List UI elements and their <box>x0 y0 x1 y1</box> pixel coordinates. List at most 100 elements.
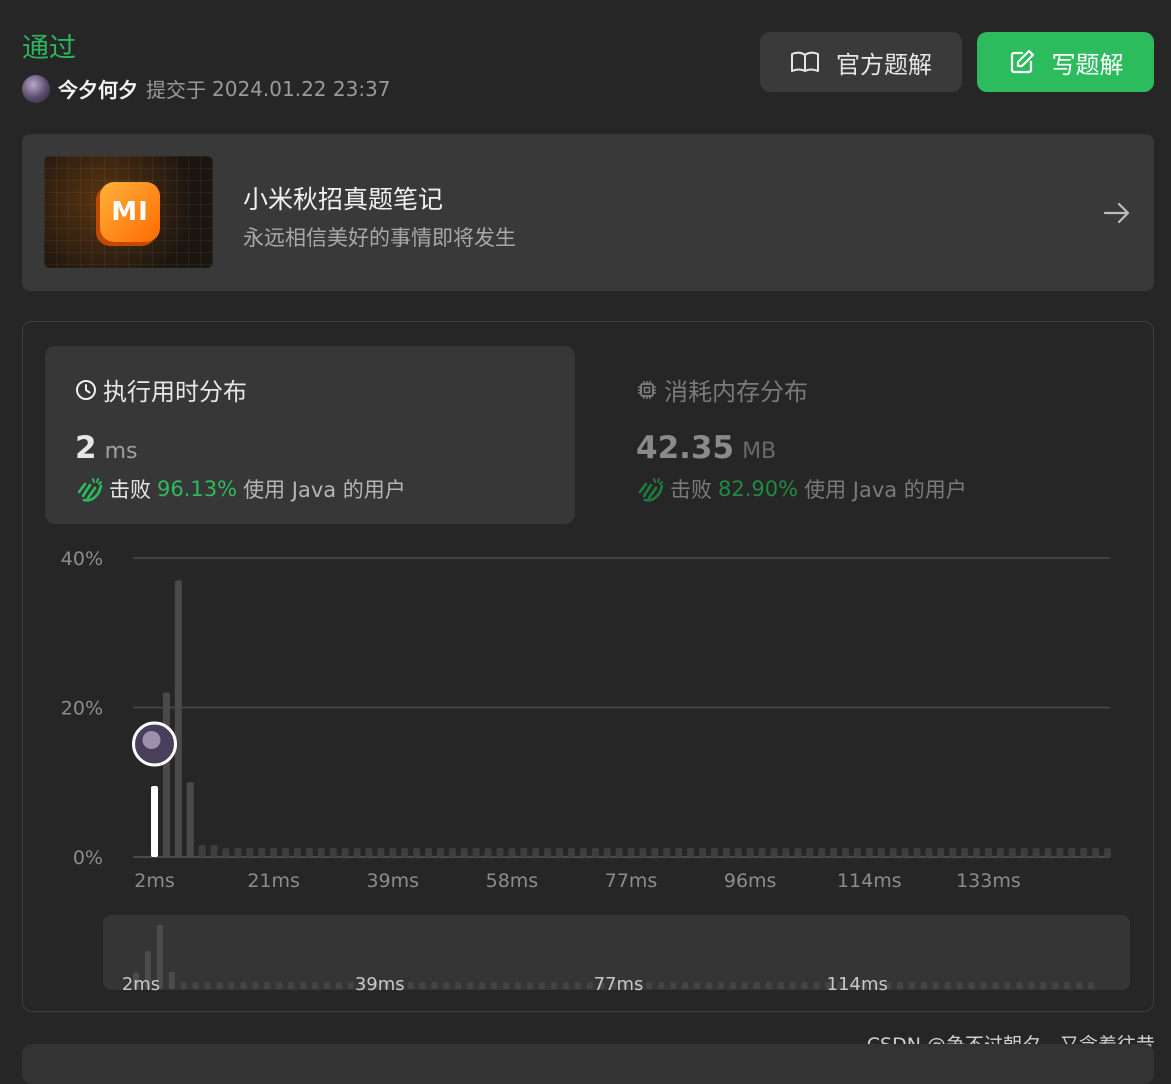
overview-bar <box>1064 982 1071 989</box>
overview-bar <box>455 982 462 989</box>
bar <box>722 848 730 857</box>
overview-bar <box>419 982 426 989</box>
overview-bar <box>312 982 319 989</box>
bar <box>806 848 814 857</box>
runtime-distribution-chart[interactable]: 0% 20% 40% 2ms 21ms 39ms 58ms 77ms 96ms 114ms 133m… <box>23 322 1153 1011</box>
bar <box>841 848 849 857</box>
user-avatar-marker-face <box>142 731 161 749</box>
overview-bar <box>550 982 557 989</box>
overview-bar <box>741 982 748 989</box>
overview-bar <box>706 982 713 989</box>
banner-image: MI <box>44 156 213 268</box>
overview-tick-label: 2ms <box>122 974 160 995</box>
overview-bar <box>1016 982 1023 989</box>
avatar[interactable] <box>22 74 50 103</box>
bar <box>865 848 873 857</box>
overview-bar <box>646 982 653 989</box>
bar <box>174 580 182 857</box>
bar <box>925 848 933 857</box>
submission-status: 通过 <box>22 33 76 64</box>
official-solution-button[interactable]: 官方题解 <box>760 32 962 92</box>
overview-bar <box>300 982 307 989</box>
bar <box>293 848 301 857</box>
overview-bar <box>729 982 736 989</box>
official-solution-label: 官方题解 <box>836 50 932 79</box>
bar <box>413 848 421 857</box>
bar <box>770 848 778 857</box>
overview-bar <box>288 982 295 989</box>
bar <box>567 848 575 857</box>
overview-bar <box>252 982 259 989</box>
overview-bar <box>992 982 999 989</box>
bar <box>615 848 623 857</box>
overview-bar <box>240 982 247 989</box>
bar <box>186 782 194 857</box>
bar <box>973 848 981 857</box>
bar <box>996 848 1004 857</box>
bar <box>746 848 754 857</box>
bar <box>818 848 826 857</box>
bar <box>937 848 945 857</box>
write-solution-label: 写题解 <box>1051 50 1124 79</box>
bar <box>353 848 361 857</box>
overview-bar <box>789 982 796 989</box>
overview-bar <box>897 982 904 989</box>
bar <box>913 848 921 857</box>
next-section-card <box>22 1044 1154 1084</box>
bar <box>949 848 957 857</box>
overview-bar <box>1088 982 1095 989</box>
xiaomi-logo: MI <box>100 182 160 242</box>
overview-bar <box>1004 982 1011 989</box>
overview-bar <box>204 982 211 989</box>
bar <box>436 848 444 857</box>
overview-bar <box>753 982 760 989</box>
overview-bar <box>192 982 199 989</box>
submission-meta: 今夕何夕 提交于 2024.01.22 23:37 <box>22 74 391 103</box>
overview-bar <box>670 982 677 989</box>
overview-bar <box>324 982 331 989</box>
bar <box>603 848 611 857</box>
bar <box>556 848 564 857</box>
bar <box>317 848 325 857</box>
bar <box>1008 848 1016 857</box>
x-tick-label: 21ms <box>247 870 300 892</box>
overview-tick-label: 77ms <box>594 974 644 995</box>
bar <box>222 848 230 857</box>
overview-bar <box>526 982 533 989</box>
bar <box>1032 848 1040 857</box>
overview-bar <box>538 982 545 989</box>
bar <box>508 848 516 857</box>
bar <box>889 848 897 857</box>
bar <box>853 848 861 857</box>
x-tick-label: 77ms <box>605 870 658 892</box>
banner-subtitle: 永远相信美好的事情即将发生 <box>243 226 516 250</box>
x-tick-label: 39ms <box>366 870 419 892</box>
bar <box>389 848 397 857</box>
x-tick-label: 96ms <box>724 870 777 892</box>
overview-bar <box>574 982 581 989</box>
write-solution-button[interactable]: 写题解 <box>977 32 1154 92</box>
bar <box>210 845 218 857</box>
overview-bar <box>467 982 474 989</box>
overview-bar <box>658 982 665 989</box>
y-tick-label: 40% <box>61 548 103 570</box>
overview-bar <box>968 982 975 989</box>
bar <box>496 848 504 857</box>
bar <box>877 848 885 857</box>
overview-bar <box>801 982 808 989</box>
overview-bar <box>491 982 498 989</box>
bar <box>401 848 409 857</box>
overview-bar <box>1040 982 1047 989</box>
submitted-label: 提交于 <box>146 78 206 102</box>
bar <box>651 848 659 857</box>
y-tick-label: 0% <box>73 847 103 869</box>
arrow-right-icon[interactable] <box>1102 198 1132 228</box>
promo-banner[interactable]: MI 小米秋招真题笔记 永远相信美好的事情即将发生 <box>22 134 1154 291</box>
user-name[interactable]: 今夕何夕 <box>58 74 138 103</box>
bar <box>830 848 838 857</box>
overview-bar <box>562 982 569 989</box>
bar <box>1080 848 1088 857</box>
overview-bar <box>944 982 951 989</box>
overview-bar <box>908 982 915 989</box>
overview-bar <box>347 982 354 989</box>
